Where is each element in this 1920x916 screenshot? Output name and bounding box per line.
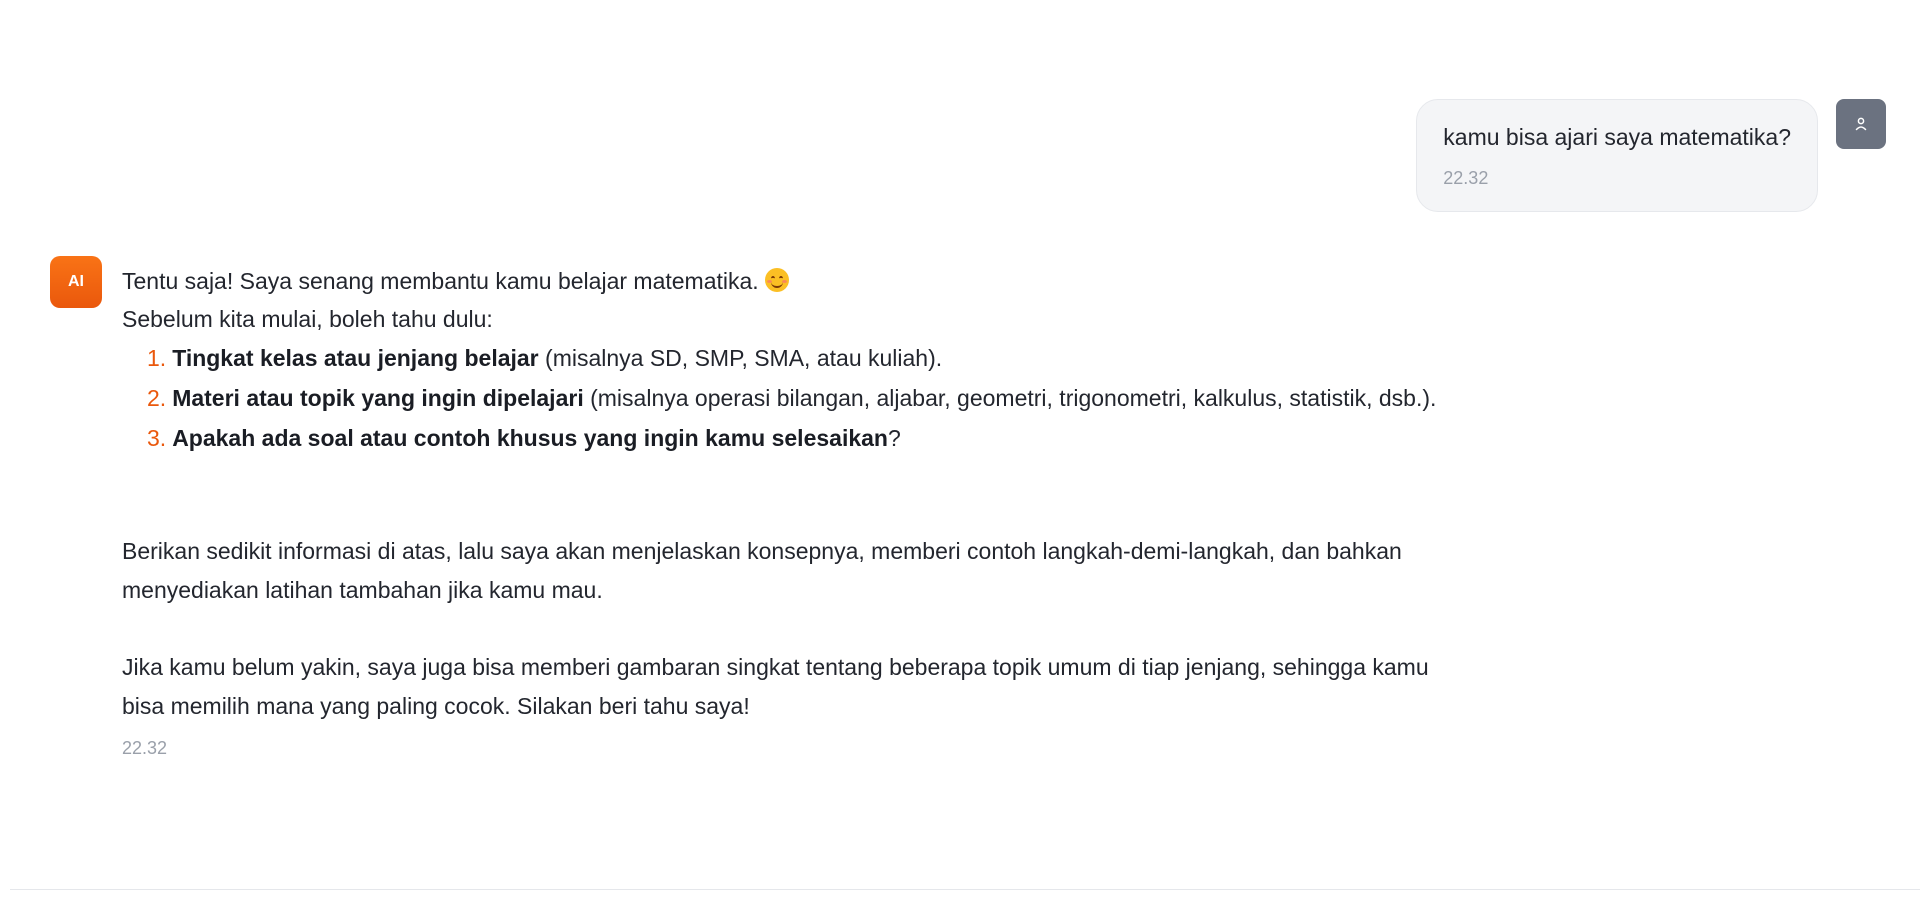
list-item-bold: Tingkat kelas atau jenjang belajar (172, 345, 539, 371)
assistant-paragraph-1: Berikan sedikit informasi di atas, lalu … (122, 538, 1402, 603)
list-item-detail: (misalnya SD, SMP, SMA, atau kuliah). (538, 345, 943, 371)
assistant-intro: Sebelum kita mulai, boleh tahu dulu: (122, 306, 493, 332)
user-message-row: kamu bisa ajari saya matematika? 22.32 (1416, 99, 1886, 212)
user-message-text: kamu bisa ajari saya matematika? (1443, 124, 1791, 150)
user-message-bubble: kamu bisa ajari saya matematika? 22.32 (1416, 99, 1818, 212)
assistant-message-time: 22.32 (122, 738, 168, 758)
list-item: 1. Tingkat kelas atau jenjang belajar (mi… (147, 340, 1462, 376)
user-avatar (1836, 99, 1886, 149)
user-message-time: 22.32 (1443, 168, 1489, 188)
assistant-message-row: AI Tentu saja! Saya senang membantu kamu… (50, 256, 1462, 760)
list-item-number: 3. (147, 425, 167, 451)
user-icon (1855, 117, 1867, 131)
assistant-question-list: 1. Tingkat kelas atau jenjang belajar (mi… (122, 340, 1462, 456)
assistant-message-content: Tentu saja! Saya senang membantu kamu be… (122, 262, 1462, 760)
assistant-greeting-line: Tentu saja! Saya senang membantu kamu be… (122, 262, 1462, 300)
list-item-detail: ? (887, 425, 901, 451)
chat-page: kamu bisa ajari saya matematika? 22.32 A… (0, 0, 1920, 916)
assistant-avatar: AI (50, 256, 102, 308)
list-item-detail: (misalnya operasi bilangan, aljabar, geo… (583, 385, 1437, 411)
input-area-divider (10, 889, 1920, 890)
list-item: 3. Apakah ada soal atau contoh khusus yan… (147, 420, 1462, 456)
list-item-number: 2. (147, 385, 167, 411)
list-item-number: 1. (147, 345, 167, 371)
list-item-bold: Apakah ada soal atau contoh khusus yang … (172, 425, 888, 451)
assistant-paragraph-2: Jika kamu belum yakin, saya juga bisa me… (122, 654, 1429, 719)
smiling-face-emoji-icon (764, 268, 789, 292)
list-item-bold: Materi atau topik yang ingin dipelajari (172, 385, 584, 411)
assistant-greeting: Tentu saja! Saya senang membantu kamu be… (122, 268, 759, 294)
list-item: 2. Materi atau topik yang ingin dipelajar… (147, 380, 1462, 416)
